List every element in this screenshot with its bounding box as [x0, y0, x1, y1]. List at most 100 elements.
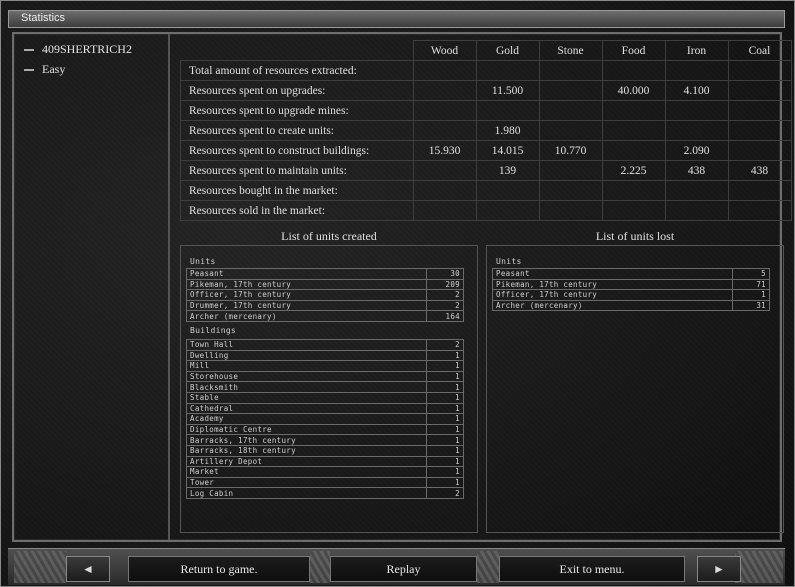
lost-units-table: Peasant 5 Pikeman, 17th century 71 Officer, …: [492, 268, 770, 312]
item-name: Market: [186, 466, 427, 478]
resource-table: Wood Gold Stone Food Iron Coal Total amo…: [180, 40, 792, 221]
list-item: Academy 1: [186, 413, 464, 425]
resource-row-label: Resources spent to upgrade mines:: [180, 100, 414, 121]
resource-row-label: Resources spent to maintain units:: [180, 160, 414, 181]
title-bar: Statistics: [8, 10, 785, 28]
resource-value-coal: [727, 200, 792, 221]
item-count: 2: [426, 299, 464, 312]
item-name: Peasant: [492, 268, 733, 280]
resource-value-wood: 15.930: [412, 140, 477, 161]
resource-row-label: Resources spent to construct buildings:: [180, 140, 414, 161]
item-count: 1: [426, 391, 464, 404]
list-item: Tower 1: [186, 476, 464, 489]
resource-value-iron: [664, 200, 729, 221]
created-units-table: Peasant 30 Pikeman, 17th century 209 Officer…: [186, 268, 464, 322]
list-item: Mill 1: [186, 360, 464, 372]
resource-value-gold: [475, 100, 540, 121]
list-item: Officer, 17th century 2: [186, 289, 464, 301]
header-iron: Iron: [664, 40, 729, 61]
resource-value-iron: [664, 60, 729, 81]
resource-value-iron: 438: [664, 160, 729, 181]
list-item: Barracks, 17th century 1: [186, 434, 464, 446]
item-count: 1: [426, 402, 464, 415]
resource-value-food: [601, 180, 666, 201]
dash-icon: [24, 49, 34, 52]
resource-value-stone: [538, 120, 603, 141]
list-item: Storehouse 1: [186, 370, 464, 383]
item-count: 1: [426, 370, 464, 383]
resource-row: Resources sold in the market:: [180, 200, 792, 221]
stone-ornament: [310, 551, 330, 583]
created-buildings-label: Buildings: [190, 326, 237, 335]
resource-row-label: Resources spent to create units:: [180, 120, 414, 141]
stone-ornament: [735, 551, 783, 583]
header-coal: Coal: [727, 40, 792, 61]
item-count: 164: [426, 310, 464, 322]
list-item: Pikeman, 17th century 209: [186, 278, 464, 291]
player-name: Easy: [42, 62, 66, 76]
stone-ornament: [477, 551, 499, 583]
replay-button[interactable]: Replay: [330, 556, 477, 582]
resource-row: Total amount of resources extracted:: [180, 60, 792, 81]
header-blank: [180, 40, 414, 61]
resource-value-gold: [475, 180, 540, 201]
units-created-title: List of units created: [281, 229, 377, 243]
item-name: Academy: [186, 413, 427, 425]
resource-value-gold: [475, 200, 540, 221]
item-count: 1: [426, 444, 464, 457]
resource-value-iron: [664, 120, 729, 141]
resource-value-food: [601, 60, 666, 81]
item-name: Officer, 17th century: [186, 289, 427, 301]
resource-value-wood: [412, 120, 477, 141]
list-item: Pikeman, 17th century 71: [492, 278, 770, 291]
resource-value-stone: [538, 60, 603, 81]
next-button[interactable]: ►: [697, 556, 741, 582]
item-count: 71: [732, 278, 770, 291]
item-name: Cathedral: [186, 402, 427, 415]
resource-value-iron: [664, 100, 729, 121]
resource-value-food: [601, 120, 666, 141]
player-list: 409SHERTRICH2 Easy: [14, 34, 170, 540]
resource-row: Resources spent on upgrades: 11.500 40.000…: [180, 80, 792, 101]
item-count: 1: [426, 423, 464, 436]
resource-value-food: 2.225: [601, 160, 666, 181]
item-count: 31: [732, 299, 770, 312]
list-item: Officer, 17th century 1: [492, 289, 770, 301]
item-count: 209: [426, 278, 464, 291]
resource-value-wood: [412, 60, 477, 81]
resource-value-wood: [412, 160, 477, 181]
item-count: 1: [426, 434, 464, 446]
item-count: 2: [426, 487, 464, 499]
arrow-left-icon: ◄: [82, 562, 94, 576]
player-item-1[interactable]: 409SHERTRICH2: [24, 42, 132, 57]
resource-value-food: 40.000: [601, 80, 666, 101]
return-to-game-button[interactable]: Return to game.: [128, 556, 310, 582]
resource-value-gold: 14.015: [475, 140, 540, 161]
resource-value-iron: 2.090: [664, 140, 729, 161]
resource-value-stone: [538, 160, 603, 181]
created-buildings-table: Town Hall 2 Dwelling 1 Mill 1 Storehouse 1 Black…: [186, 339, 464, 499]
list-item: Drummer, 17th century 2: [186, 299, 464, 312]
item-name: Peasant: [186, 268, 427, 280]
resource-value-stone: [538, 100, 603, 121]
item-count: 1: [426, 360, 464, 372]
item-count: 1: [732, 289, 770, 301]
resource-value-stone: [538, 200, 603, 221]
item-count: 5: [732, 268, 770, 280]
resource-row-label: Resources bought in the market:: [180, 180, 414, 201]
item-count: 1: [426, 476, 464, 489]
exit-to-menu-button[interactable]: Exit to menu.: [499, 556, 685, 582]
resource-value-gold: 139: [475, 160, 540, 181]
resource-row-label: Total amount of resources extracted:: [180, 60, 414, 81]
item-name: Artillery Depot: [186, 455, 427, 468]
resource-value-gold: 11.500: [475, 80, 540, 101]
header-stone: Stone: [538, 40, 603, 61]
resource-value-stone: [538, 80, 603, 101]
item-name: Archer (mercenary): [492, 299, 733, 312]
prev-button[interactable]: ◄: [66, 556, 110, 582]
resource-header-row: Wood Gold Stone Food Iron Coal: [180, 40, 792, 61]
item-name: Barracks, 18th century: [186, 444, 427, 457]
window-title: Statistics: [21, 12, 66, 24]
player-item-2[interactable]: Easy: [24, 62, 65, 77]
item-name: Pikeman, 17th century: [186, 278, 427, 291]
